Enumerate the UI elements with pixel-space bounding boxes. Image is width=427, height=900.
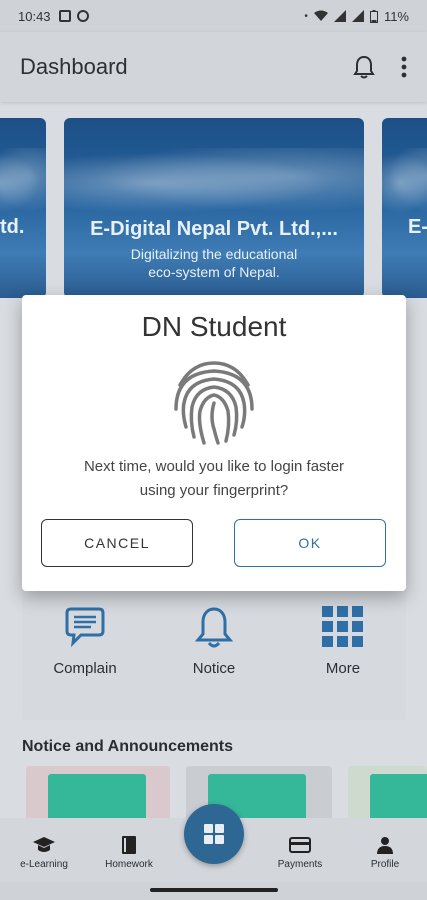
grid-icon <box>322 606 363 647</box>
quick-action-label: Complain <box>53 660 117 677</box>
quick-action-complain[interactable]: Complain <box>30 604 140 677</box>
ok-button[interactable]: OK <box>234 519 386 567</box>
banner-carousel[interactable]: td. E-Digital Nepal Pvt. Ltd.,... Digita… <box>0 118 427 298</box>
page-title: Dashboard <box>20 54 128 79</box>
dialog-title: DN Student <box>141 311 287 342</box>
notice-card[interactable] <box>26 766 170 826</box>
banner-title: E-Digital Nepal Pvt. Ltd.,... <box>90 218 338 240</box>
dashboard-fab[interactable] <box>184 804 244 864</box>
wifi-icon <box>313 10 328 21</box>
nav-item-profile[interactable]: Profile <box>345 834 425 870</box>
banner-subtitle-1: Digitalizing the educational <box>130 246 298 262</box>
bell-icon[interactable] <box>353 55 375 79</box>
person-icon <box>377 837 393 854</box>
battery-icon <box>369 9 378 23</box>
app-bar: Dashboard <box>0 32 427 102</box>
section-title-notices: Notice and Announcements <box>22 738 233 755</box>
dashboard-grid-icon <box>204 824 224 844</box>
chat-icon <box>65 607 105 648</box>
quick-action-label: Notice <box>192 660 236 677</box>
notice-card[interactable] <box>348 766 427 826</box>
quick-actions-card: Complain Notice More <box>22 580 406 720</box>
card-icon <box>289 837 311 853</box>
dialog-message: Next time, would you like to login faste… <box>83 458 345 499</box>
banner-slide-current[interactable]: E-Digital Nepal Pvt. Ltd.,... Digitalizi… <box>64 118 364 298</box>
gesture-handle[interactable] <box>150 888 278 892</box>
banner-subtitle-2: eco-system of Nepal. <box>148 264 280 280</box>
status-time: 10:43 <box>18 8 51 24</box>
banner-slide-next[interactable]: E- <box>382 118 427 298</box>
battery-percent: 11% <box>383 8 409 24</box>
book-icon <box>122 836 136 854</box>
cancel-button[interactable]: CANCEL <box>41 519 193 567</box>
status-bar: 10:43 • 11% <box>0 0 427 32</box>
nav-item-elearning[interactable]: e-Learning <box>4 834 84 870</box>
signal-icon <box>333 10 346 22</box>
quick-action-notice[interactable]: Notice <box>159 604 269 677</box>
quick-action-more[interactable]: More <box>288 604 398 677</box>
notification-app-icon <box>58 10 71 22</box>
graduation-cap-icon <box>33 837 55 852</box>
more-vert-icon[interactable] <box>401 56 407 78</box>
nav-item-payments[interactable]: Payments <box>260 834 340 870</box>
notification-sync-icon <box>76 10 89 22</box>
fingerprint-icon <box>174 361 254 445</box>
quick-action-label: More <box>325 660 361 677</box>
bell-icon <box>195 607 233 648</box>
dot-icon: • <box>304 10 308 22</box>
fingerprint-dialog: DN Student Next time, would you like to … <box>22 295 406 591</box>
nav-item-homework[interactable]: Homework <box>89 834 169 870</box>
banner-slide-prev[interactable]: td. <box>0 118 46 298</box>
signal-icon-2 <box>351 10 364 22</box>
